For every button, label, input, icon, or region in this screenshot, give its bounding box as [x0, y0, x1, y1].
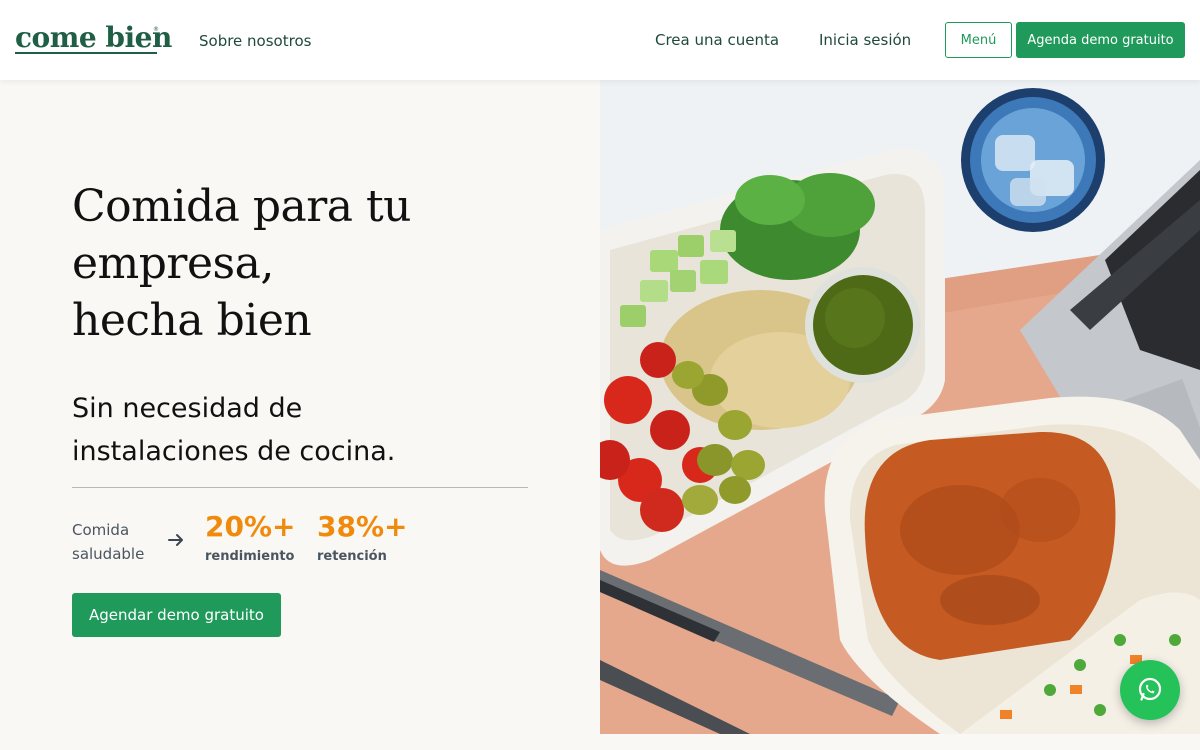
- stat-caption: rendimiento: [205, 549, 295, 564]
- water-glass-image: [961, 88, 1105, 232]
- menu-button[interactable]: Menú: [945, 22, 1012, 58]
- hero-subtitle: Sin necesidad de instalaciones de cocina…: [72, 387, 492, 473]
- stats-label-line-2: saludable: [72, 545, 145, 563]
- hero-title: Comida para tu empresa, hecha bien: [72, 178, 552, 349]
- food-illustration: [600, 80, 1200, 734]
- stat-retention: 38%+ retención: [317, 508, 407, 568]
- stat-caption: retención: [317, 549, 387, 564]
- logo[interactable]: come bien: [15, 22, 172, 54]
- hero-title-line-1: Comida para tu: [72, 181, 412, 232]
- schedule-demo-hero-button[interactable]: Agendar demo gratuito: [72, 593, 281, 637]
- nav-link-create-account[interactable]: Crea una cuenta: [655, 31, 779, 49]
- stats-label: Comida saludable: [72, 518, 172, 566]
- stat-value: 20%+: [205, 510, 296, 543]
- site-header: come bien ® Sobre nosotros Crea una cuen…: [0, 0, 1200, 80]
- logo-underline: [15, 52, 157, 54]
- hero-food-image: [600, 80, 1200, 734]
- stat-value: 38%+: [317, 510, 408, 543]
- hero-title-line-2: empresa,: [72, 238, 274, 289]
- hero-title-line-3: hecha bien: [72, 295, 312, 346]
- whatsapp-chat-button[interactable]: [1120, 660, 1180, 720]
- hero-subtitle-line-1: Sin necesidad de: [72, 393, 303, 424]
- schedule-demo-header-button[interactable]: Agenda demo gratuito: [1016, 22, 1185, 58]
- logo-registered-mark: ®: [153, 26, 159, 33]
- hero-subtitle-line-2: instalaciones de cocina.: [72, 436, 396, 467]
- stat-performance: 20%+ rendimiento: [205, 508, 295, 568]
- arrow-right-icon: [168, 534, 183, 546]
- hero-divider: [72, 487, 528, 488]
- nav-link-about[interactable]: Sobre nosotros: [199, 32, 311, 50]
- stats-label-line-1: Comida: [72, 521, 130, 539]
- nav-link-login[interactable]: Inicia sesión: [819, 31, 911, 49]
- whatsapp-icon: [1138, 677, 1162, 701]
